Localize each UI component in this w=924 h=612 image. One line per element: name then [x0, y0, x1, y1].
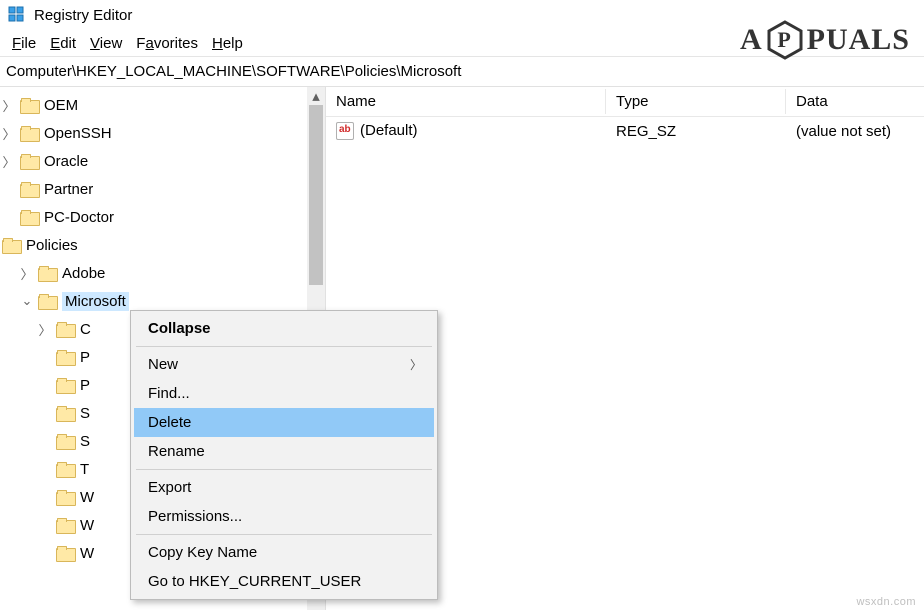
twisty-blank: 〉: [36, 376, 54, 395]
tree-node-partner[interactable]: 〉 Partner: [0, 175, 325, 203]
menu-edit[interactable]: Edit: [44, 33, 82, 54]
folder-icon: [56, 406, 74, 420]
menu-favorites[interactable]: Favorites: [130, 33, 204, 54]
ctx-new[interactable]: New 〉: [134, 350, 434, 379]
menu-file[interactable]: File: [6, 33, 42, 54]
twisty-blank: 〉: [36, 516, 54, 535]
folder-icon: [38, 266, 56, 280]
scroll-thumb[interactable]: [309, 105, 323, 285]
tree-node-oracle[interactable]: 〉 Oracle: [0, 147, 325, 175]
chevron-right-icon[interactable]: 〉: [0, 96, 18, 115]
menu-help[interactable]: Help: [206, 33, 249, 54]
menu-separator: [136, 346, 432, 347]
context-menu: Collapse New 〉 Find... Delete Rename Exp…: [130, 310, 438, 600]
menu-separator: [136, 534, 432, 535]
chevron-right-icon[interactable]: 〉: [36, 320, 54, 339]
app-title: Registry Editor: [34, 7, 132, 24]
twisty-blank: 〉: [0, 208, 18, 227]
chevron-right-icon[interactable]: 〉: [18, 264, 36, 283]
twisty-blank: 〉: [36, 432, 54, 451]
col-header-data[interactable]: Data: [786, 89, 924, 114]
col-header-name[interactable]: Name: [326, 89, 606, 114]
cell-type: REG_SZ: [606, 121, 786, 142]
tree-node-policies[interactable]: ⌄ Policies: [0, 231, 325, 259]
cell-data: (value not set): [786, 121, 924, 142]
col-header-type[interactable]: Type: [606, 89, 786, 114]
folder-icon: [56, 350, 74, 364]
folder-icon: [56, 462, 74, 476]
string-value-icon: [336, 122, 354, 140]
folder-icon: [56, 434, 74, 448]
twisty-blank: 〉: [36, 460, 54, 479]
twisty-blank: 〉: [36, 544, 54, 563]
folder-icon: [2, 238, 20, 252]
list-row[interactable]: (Default) REG_SZ (value not set): [326, 117, 924, 145]
menu-separator: [136, 469, 432, 470]
folder-icon: [20, 154, 38, 168]
hexagon-icon: P: [765, 20, 805, 60]
folder-icon: [56, 518, 74, 532]
folder-icon: [20, 210, 38, 224]
folder-icon: [20, 98, 38, 112]
twisty-blank: 〉: [36, 348, 54, 367]
address-bar[interactable]: Computer\HKEY_LOCAL_MACHINE\SOFTWARE\Pol…: [0, 57, 924, 87]
folder-icon: [56, 546, 74, 560]
menu-view[interactable]: View: [84, 33, 128, 54]
folder-icon: [56, 378, 74, 392]
scroll-up-icon[interactable]: ▴: [307, 87, 325, 105]
chevron-right-icon[interactable]: 〉: [0, 124, 18, 143]
ctx-find[interactable]: Find...: [134, 379, 434, 408]
tree-node-openssh[interactable]: 〉 OpenSSH: [0, 119, 325, 147]
ctx-collapse[interactable]: Collapse: [134, 314, 434, 343]
regedit-icon: [8, 6, 26, 24]
folder-icon: [38, 294, 56, 308]
tree-node-adobe[interactable]: 〉 Adobe: [0, 259, 325, 287]
list-header: Name Type Data: [326, 87, 924, 117]
ctx-delete[interactable]: Delete: [134, 408, 434, 437]
chevron-down-icon[interactable]: ⌄: [18, 293, 36, 309]
cell-name: (Default): [326, 120, 606, 142]
tree-node-oem[interactable]: 〉 OEM: [0, 91, 325, 119]
tree-node-pcdoctor[interactable]: 〉 PC-Doctor: [0, 203, 325, 231]
chevron-right-icon[interactable]: 〉: [0, 152, 18, 171]
folder-icon: [20, 126, 38, 140]
ctx-goto-hkcu[interactable]: Go to HKEY_CURRENT_USER: [134, 567, 434, 596]
folder-icon: [20, 182, 38, 196]
source-label: wsxdn.com: [856, 596, 916, 608]
watermark-logo: A P PUALS: [740, 20, 910, 60]
ctx-export[interactable]: Export: [134, 473, 434, 502]
chevron-right-icon: 〉: [410, 356, 422, 373]
ctx-copy-key-name[interactable]: Copy Key Name: [134, 538, 434, 567]
folder-icon: [56, 490, 74, 504]
folder-icon: [56, 322, 74, 336]
twisty-blank: 〉: [0, 180, 18, 199]
twisty-blank: 〉: [36, 404, 54, 423]
ctx-rename[interactable]: Rename: [134, 437, 434, 466]
ctx-permissions[interactable]: Permissions...: [134, 502, 434, 531]
twisty-blank: 〉: [36, 488, 54, 507]
